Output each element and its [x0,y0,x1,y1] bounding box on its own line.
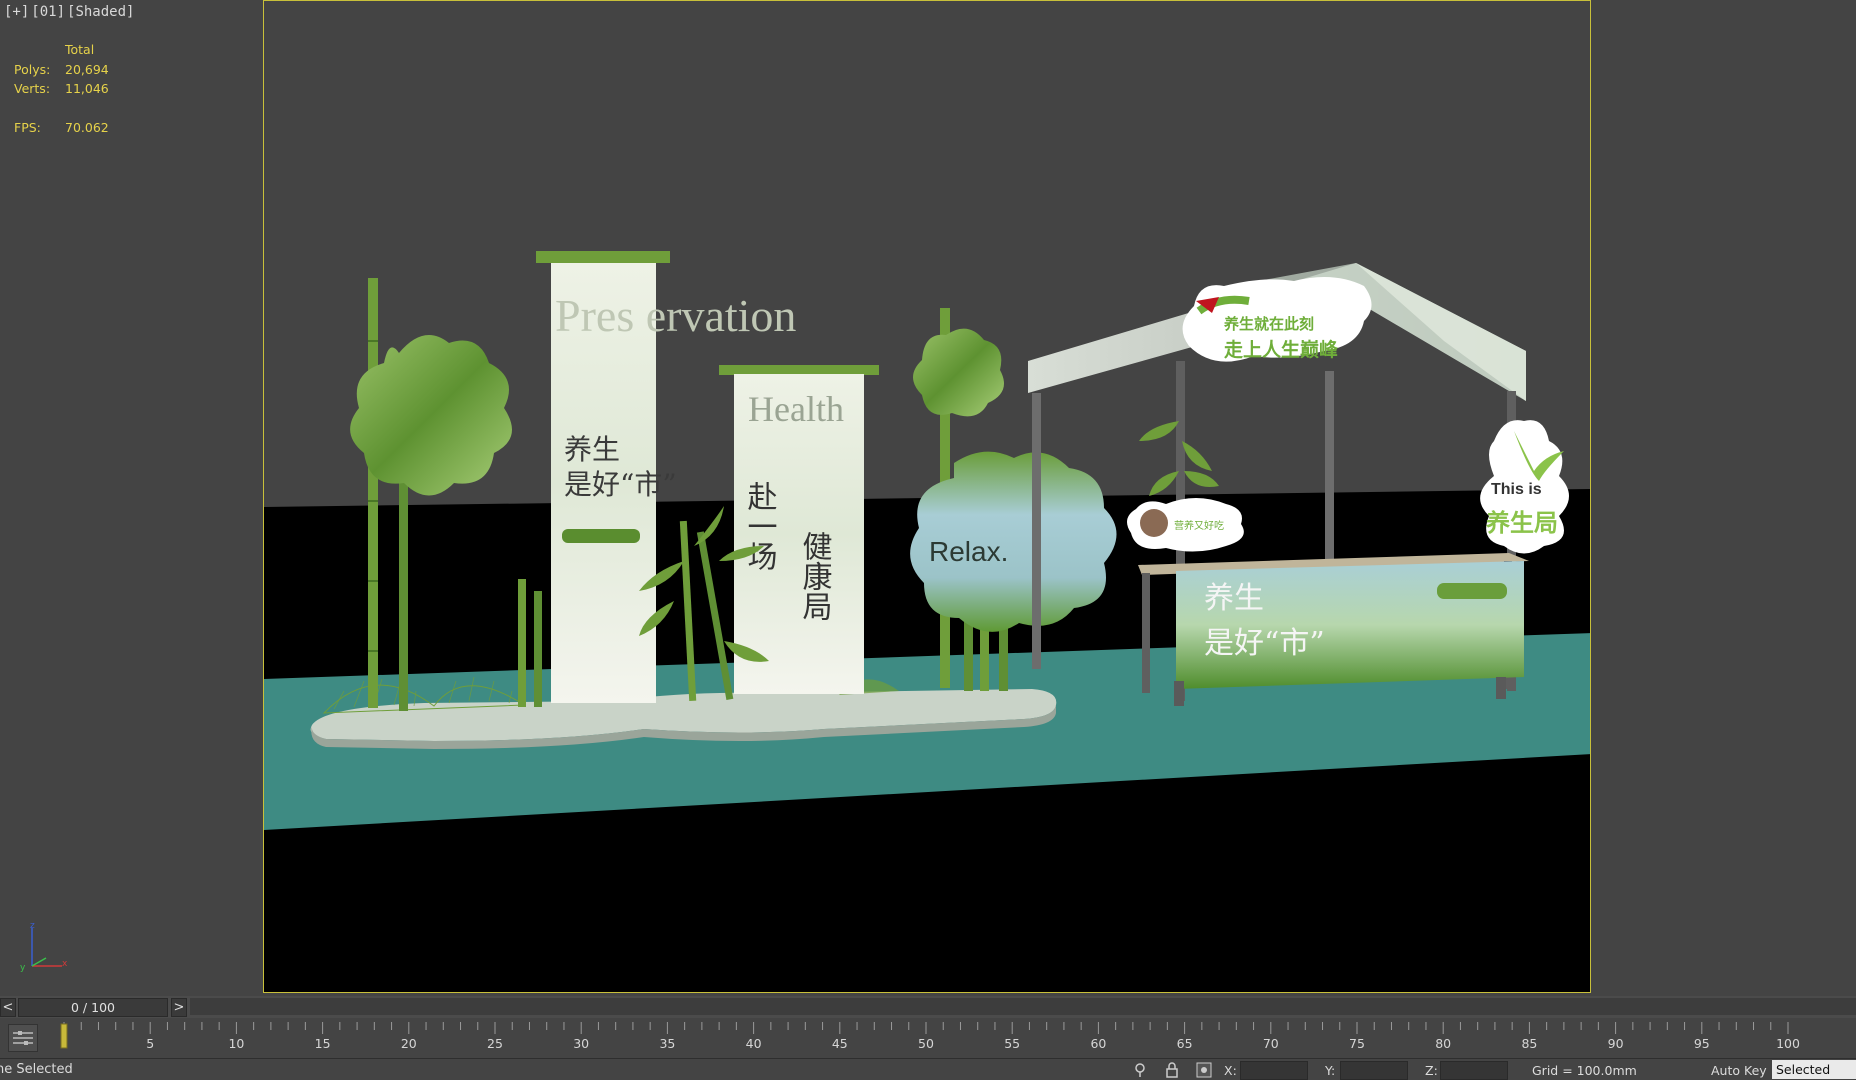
frame-tick-label: 45 [832,1036,848,1051]
frame-tick-label: 20 [401,1036,417,1051]
current-frame-marker [60,1023,68,1049]
tree-canopy-small [913,328,1004,417]
x-coord-label: X: [1224,1063,1237,1078]
viewport-menu-plus[interactable]: [+] [4,4,29,20]
frame-tick-label: 50 [918,1036,934,1051]
time-slider-track[interactable] [190,998,1856,1015]
y-coord-field[interactable] [1340,1061,1408,1080]
banner1-line2: 是好“市” [564,468,677,501]
counter-tag [1437,583,1507,599]
selection-set-dropdown[interactable]: Selected [1772,1060,1856,1079]
frame-tick-label: 60 [1090,1036,1106,1051]
banner2-title: Health [748,389,844,429]
lock-selection-icon[interactable] [1164,1062,1180,1078]
frame-tick-label: 35 [659,1036,675,1051]
frame-tick-label: 90 [1608,1036,1624,1051]
y-coord-label: Y: [1325,1063,1336,1078]
time-slider-bar: < 0 / 100 > [0,996,1856,1018]
track-ticks[interactable]: 5 10 15 20 25 30 35 40 45 50 55 60 65 70 75 80 85 90 95 100 [0,1018,1856,1058]
status-bar: ne Selected X: Y: Z: Grid = 100.0mm Auto… [0,1058,1856,1080]
status-message: ne Selected [0,1062,73,1077]
prev-frame-button[interactable]: < [0,998,16,1017]
relax-sign-text: Relax. [929,536,1008,567]
verts-label: Verts: [14,81,51,96]
grid-size: Grid = 100.0mm [1532,1063,1637,1078]
svg-text:z: z [30,922,35,931]
bamboo-stub [518,579,526,707]
svg-text:y: y [20,963,26,972]
tent-leg [1325,371,1334,561]
frame-tick-label: 40 [746,1036,762,1051]
frame-tick-label: 100 [1776,1036,1800,1051]
frame-tick-label: 30 [573,1036,589,1051]
time-slider-thumb[interactable]: 0 / 100 [18,998,168,1017]
polys-value: 20,694 [65,61,109,77]
viewport-statistics: Total Polys: 20,694 Verts: 11,046 FPS: 70.0… [14,40,109,138]
absolute-mode-icon[interactable] [1196,1062,1212,1078]
frame-tick-label: 80 [1435,1036,1451,1051]
axis-gizmo: z x y [20,922,68,972]
viewport-menu-shading[interactable]: [Shaded] [67,4,134,20]
frame-tick-label: 55 [1004,1036,1020,1051]
frame-tick-label: 70 [1263,1036,1279,1051]
bamboo-pole [368,278,378,708]
camera-safe-frame[interactable]: Pres ervation 养生 是好“市” Health 赴一场 健康局 Re… [263,0,1591,993]
verts-value: 11,046 [65,81,109,96]
frame-tick-label: 15 [315,1036,331,1051]
isolate-icon[interactable] [1132,1062,1148,1078]
scene-render[interactable]: Pres ervation 养生 是好“市” Health 赴一场 健康局 Re… [264,1,1591,993]
auto-key-button[interactable]: Auto Key [1711,1063,1767,1078]
frame-tick-label: 10 [228,1036,244,1051]
tent-sign-line1: 养生就在此刻 [1223,315,1314,333]
frame-tick-label: 75 [1349,1036,1365,1051]
banner2-col1: 赴一场 [742,481,778,571]
frame-tick-label: 5 [146,1036,154,1051]
viewport-menu-camera[interactable]: [01] [31,4,65,20]
counter-line1: 养生 [1204,581,1264,616]
polys-label: Polys: [14,61,51,77]
z-coord-field[interactable] [1440,1061,1508,1080]
stats-header: Total [65,42,95,57]
right-figure-sub: 养生局 [1485,509,1558,537]
tent-sign-line2: 走上人生巅峰 [1224,338,1339,361]
banner1-title: Pres ervation [555,290,796,341]
banner1-top-bar [536,251,670,263]
fps-label: FPS: [14,120,41,135]
next-frame-button[interactable]: > [171,998,187,1017]
banner2-top-bar [719,365,879,375]
frame-tick-label: 85 [1521,1036,1537,1051]
banner1-tag [562,529,640,543]
fps-value: 70.062 [65,120,109,135]
frame-tick-label: 65 [1177,1036,1193,1051]
right-figure-text: This is [1491,481,1542,498]
frame-tick-label: 25 [487,1036,503,1051]
track-bar[interactable]: 5 10 15 20 25 30 35 40 45 50 55 60 65 70 75 80 85 90 95 100 [0,1018,1856,1058]
counter-line2: 是好“市” [1204,626,1325,661]
svg-text:x: x [62,959,68,969]
left-badge-text: 营养又好吃 [1174,519,1224,532]
banner2-col2: 健康局 [797,531,833,621]
z-coord-label: Z: [1425,1063,1438,1078]
tent-leg [1032,393,1041,669]
frame-tick-label: 95 [1694,1036,1710,1051]
viewport-label[interactable]: [+] [01] [Shaded] [4,4,136,20]
banner1-line1: 养生 [564,433,620,466]
x-coord-field[interactable] [1240,1061,1308,1080]
3d-viewport-app: [+] [01] [Shaded] Total Polys: 20,694 Verts… [0,0,1856,1080]
